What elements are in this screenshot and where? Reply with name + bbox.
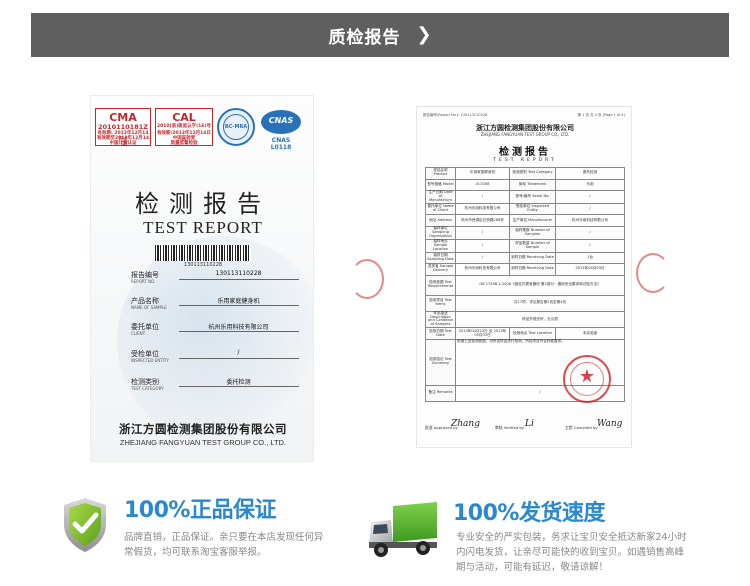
section-title: 质检报告 bbox=[328, 27, 401, 48]
company-name-en: ZHEJIANG FANGYUAN TEST GROUP CO., LTD. bbox=[119, 438, 287, 447]
table-row: 生产日期 Date of Manufacture / 批号/编号 Serial No… bbox=[425, 190, 625, 204]
barcode-number: 130113110228 bbox=[183, 262, 223, 268]
feature-desc-shipping: 专业安全的严实包装，务求让宝贝安全抵达新家24小时内闪电发货，让亲尽可能快的收到… bbox=[456, 532, 687, 573]
table-row: 抽样日期 Sampling Date / 到样日期 Receiving Date 1台 bbox=[425, 251, 625, 265]
table-row: 抽样地点 Sample Location / 样品数量 Number of Samp… bbox=[425, 238, 625, 253]
table-row: 地址 Address 杭州市西湖区石桥路288号 生产单位 Manufacturer… bbox=[425, 214, 625, 227]
shield-check-icon bbox=[61, 496, 109, 554]
table-row: 型号规格 Model LY-2008 商标 Trademark 乐用 bbox=[425, 178, 625, 191]
table-row: 检测日期 Test Date 2013年04月23日 至 2013年05月03日检… bbox=[425, 327, 625, 340]
signature: Li bbox=[525, 419, 534, 429]
bc-mra-logo: BC-MRA bbox=[217, 108, 255, 146]
official-stamp-icon: ★ bbox=[563, 355, 611, 403]
table-row: 检测项目 Test Items 共17项，详见报告第2页至第4页 bbox=[425, 294, 625, 312]
table-row: 样品名称 Product 乐用家庭健身机 检测类别 Test Category 委托检… bbox=[425, 167, 625, 180]
accreditation-logos: CMA 2010110181Z 有效期: 2013年12月14日止 有效期至20… bbox=[95, 108, 311, 151]
table-row: 送样者 Sample Delivery 杭州乐用科技有限公司 到样日期 Receiv… bbox=[425, 263, 625, 276]
table-row: 委托单位 Name of Client 杭州乐用科技有限公司 受检单位 Inspec… bbox=[425, 202, 625, 216]
chevron-right-icon[interactable]: ❯ bbox=[416, 26, 431, 44]
test-report-image[interactable]: CMA 2010110181Z 有效期: 2013年12月14日止 有效期至20… bbox=[90, 95, 314, 462]
cnas-logo: CNAS CNAS L0118 bbox=[261, 108, 301, 151]
table-row: 抽样单位 Sampling Organization / 抽样基数 Number o… bbox=[425, 225, 625, 240]
feature-title-shipping: 100%发货速度 bbox=[453, 501, 605, 526]
feature-desc-authentic: 品牌直销，正品保证。亲只要在本店发现任何异常假货，均可联系淘宝客服举报。 bbox=[124, 532, 324, 558]
barcode bbox=[155, 245, 251, 261]
certificate-header-line: 报告编号(Report No.): 130113110228 第 1 页 共 4… bbox=[423, 113, 625, 117]
delivery-truck-icon bbox=[365, 500, 441, 560]
certificate-org-en: ZHEJIANG FANGYUAN TEST GROUP CO., LTD. bbox=[480, 132, 570, 137]
feature-title-authentic: 100%正品保证 bbox=[124, 498, 276, 523]
certificate-title-en: TEST REPORT bbox=[493, 158, 557, 163]
company-name-cn: 浙江方圆检测集团股份有限公司 bbox=[119, 422, 287, 436]
certificate-title-cn: 检测报告 bbox=[499, 147, 551, 158]
report-title-en: TEST REPORT bbox=[143, 218, 263, 237]
stamp-fragment-left bbox=[350, 259, 384, 299]
cma-logo: CMA 2010110181Z 有效期: 2013年12月14日止 有效期至20… bbox=[95, 108, 151, 147]
section-header: 质检报告 ❯ bbox=[31, 13, 729, 57]
cal-logo: CAL 2010(浙)质监认字(16)号 有效期:2013年12月14日止 中国… bbox=[155, 108, 213, 146]
table-row: 样品描述 Description and Condition of Sample… bbox=[425, 310, 625, 329]
signature: Zhang bbox=[451, 419, 480, 429]
stamp-fragment-right bbox=[636, 253, 670, 293]
table-row: 检测依据 Test Requirements GB 17498.1-2008《固定… bbox=[425, 274, 625, 296]
certificate-image[interactable]: 报告编号(Report No.): 130113110228 第 1 页 共 4… bbox=[416, 106, 632, 448]
signature: Wang bbox=[597, 419, 623, 429]
report-title-cn: 检测报告 bbox=[135, 190, 271, 218]
